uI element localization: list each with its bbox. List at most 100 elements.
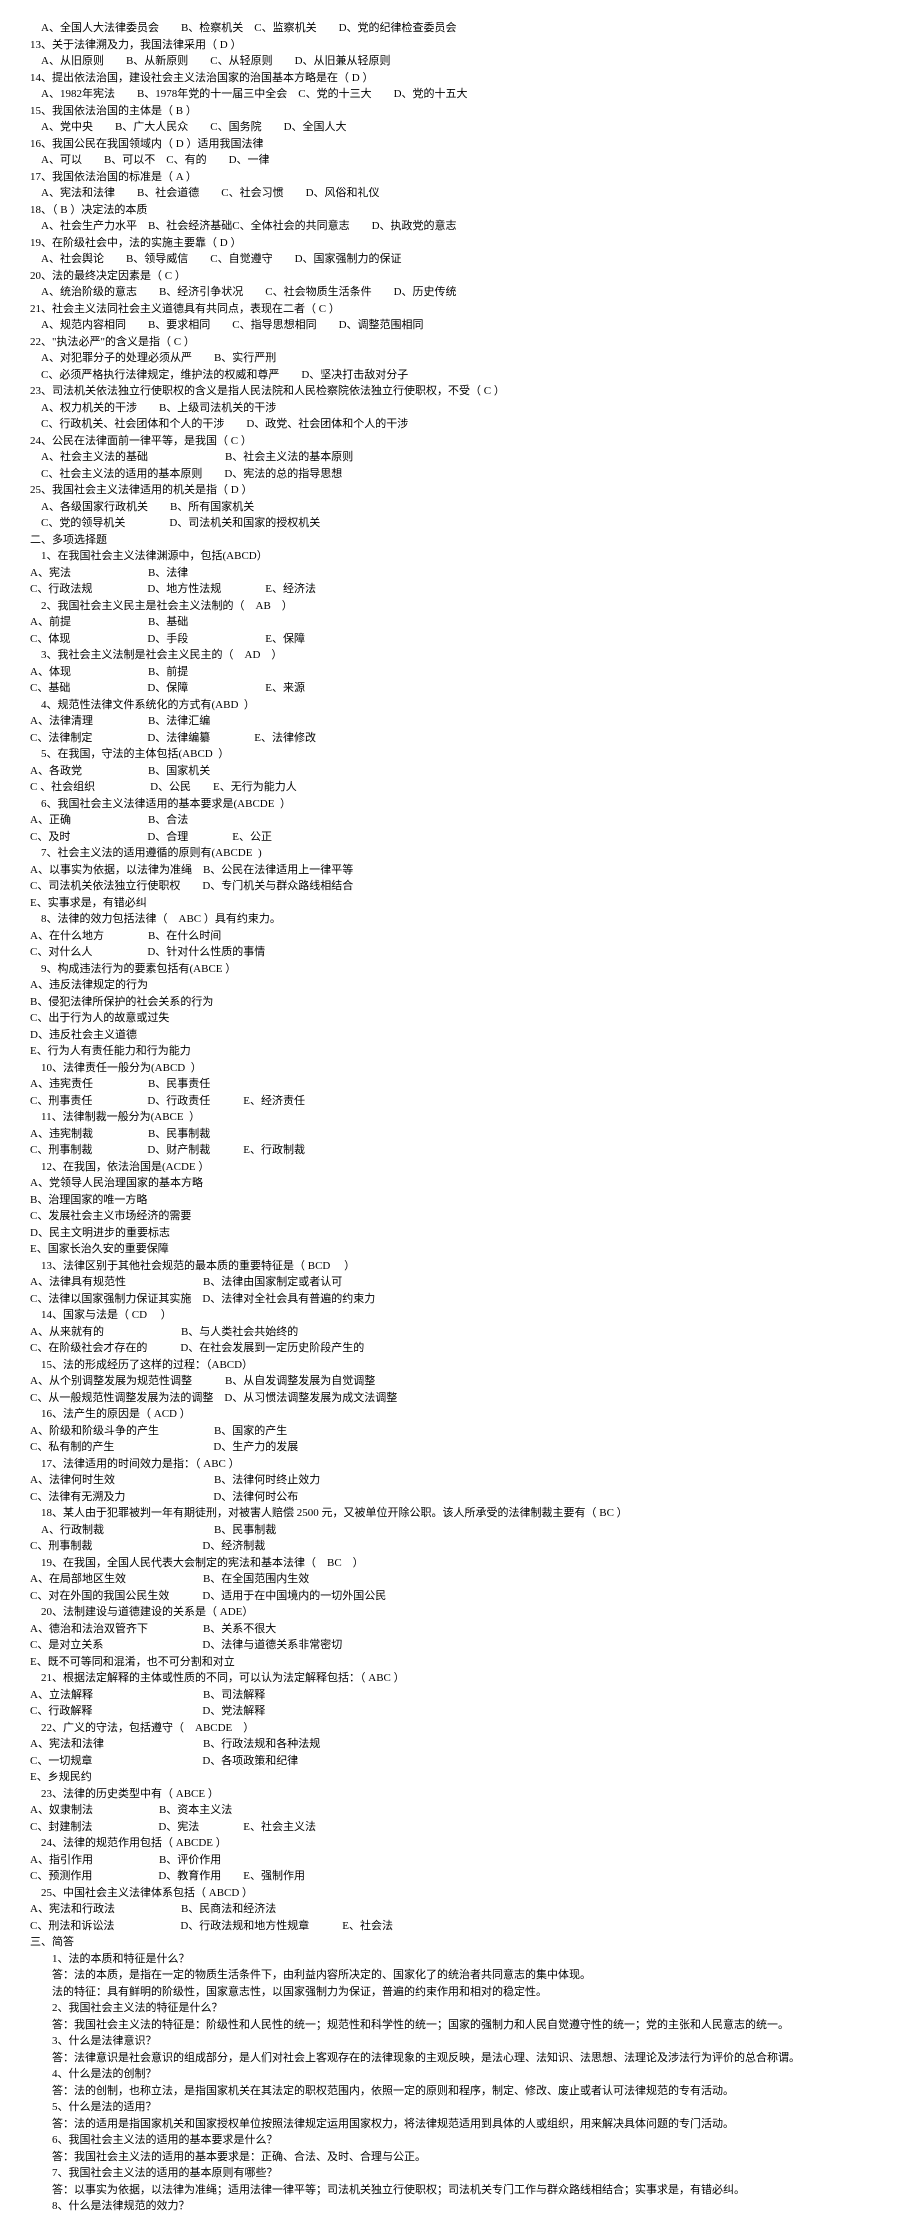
text-line: E、实事求是，有错必纠 <box>30 895 890 912</box>
text-line: C、私有制的产生 D、生产力的发展 <box>30 1439 890 1456</box>
text-line: A、统治阶级的意志 B、经济引争状况 C、社会物质生活条件 D、历史传统 <box>30 284 890 301</box>
text-line: 7、社会主义法的适用遵循的原则有(ABCDE ) <box>30 845 890 862</box>
text-line: D、民主文明进步的重要标志 <box>30 1225 890 1242</box>
text-line: 17、法律适用的时间效力是指：（ ABC ） <box>30 1456 890 1473</box>
text-line: A、可以 B、可以不 C、有的 D、一律 <box>30 152 890 169</box>
text-line: 答：法的本质，是指在一定的物质生活条件下，由利益内容所决定的、国家化了的统治者共… <box>30 1967 890 1984</box>
text-line: 1、在我国社会主义法律渊源中，包括(ABCD） <box>30 548 890 565</box>
text-line: 25、中国社会主义法律体系包括（ ABCD ） <box>30 1885 890 1902</box>
text-line: 24、公民在法律面前一律平等，是我国（ C ） <box>30 433 890 450</box>
text-line: 答：法的创制，也称立法，是指国家机关在其法定的职权范围内，依照一定的原则和程序，… <box>30 2083 890 2100</box>
text-line: A、德治和法治双管齐下 B、关系不很大 <box>30 1621 890 1638</box>
text-line: D、违反社会主义道德 <box>30 1027 890 1044</box>
text-line: 6、我国社会主义法的适用的基本要求是什么？ <box>30 2132 890 2149</box>
text-line: A、行政制裁 B、民事制裁 <box>30 1522 890 1539</box>
text-line: 24、法律的规范作用包括（ ABCDE ） <box>30 1835 890 1852</box>
text-line: A、体现 B、前提 <box>30 664 890 681</box>
text-line: 5、什么是法的适用？ <box>30 2099 890 2116</box>
text-line: 18、某人由于犯罪被判一年有期徒刑，对被害人赔偿 2500 元，又被单位开除公职… <box>30 1505 890 1522</box>
text-line: A、违宪责任 B、民事责任 <box>30 1076 890 1093</box>
text-line: 2、我国社会主义法的特征是什么？ <box>30 2000 890 2017</box>
text-line: A、在局部地区生效 B、在全国范围内生效 <box>30 1571 890 1588</box>
text-line: A、各级国家行政机关 B、所有国家机关 <box>30 499 890 516</box>
text-line: A、立法解释 B、司法解释 <box>30 1687 890 1704</box>
text-line: A、社会生产力水平 B、社会经济基础C、全体社会的共同意志 D、执政党的意志 <box>30 218 890 235</box>
text-line: C、出于行为人的故意或过失 <box>30 1010 890 1027</box>
text-line: B、侵犯法律所保护的社会关系的行为 <box>30 994 890 1011</box>
text-line: A、阶级和阶级斗争的产生 B、国家的产生 <box>30 1423 890 1440</box>
text-line: 1、法的本质和特征是什么？ <box>30 1951 890 1968</box>
text-line: C、刑事责任 D、行政责任 E、经济责任 <box>30 1093 890 1110</box>
text-line: C、刑法和诉讼法 D、行政法规和地方性规章 E、社会法 <box>30 1918 890 1935</box>
text-line: 8、什么是法律规范的效力？ <box>30 2198 890 2215</box>
text-line: A、党领导人民治理国家的基本方略 <box>30 1175 890 1192</box>
text-line: 3、我社会主义法制是社会主义民主的（ AD ） <box>30 647 890 664</box>
text-line: A、党中央 B、广大人民众 C、国务院 D、全国人大 <box>30 119 890 136</box>
text-line: 2、我国社会主义民主是社会主义法制的（ AB ） <box>30 598 890 615</box>
text-line: 14、国家与法是（ CD ） <box>30 1307 890 1324</box>
text-line: 16、我国公民在我国领域内（ D ）适用我国法律 <box>30 136 890 153</box>
text-line: A、各政党 B、国家机关 <box>30 763 890 780</box>
text-line: C、在阶级社会才存在的 D、在社会发展到一定历史阶段产生的 <box>30 1340 890 1357</box>
text-line: 13、关于法律溯及力，我国法律采用（ D ） <box>30 37 890 54</box>
text-line: 21、社会主义法同社会主义道德具有共同点，表现在二者（ C ） <box>30 301 890 318</box>
text-line: C、及时 D、合理 E、公正 <box>30 829 890 846</box>
text-line: E、行为人有责任能力和行为能力 <box>30 1043 890 1060</box>
text-line: C、法律以国家强制力保证其实施 D、法律对全社会具有普遍的约束力 <box>30 1291 890 1308</box>
text-line: 9、构成违法行为的要素包括有(ABCE ） <box>30 961 890 978</box>
text-line: C、社会主义法的适用的基本原则 D、宪法的总的指导思想 <box>30 466 890 483</box>
text-line: 5、在我国，守法的主体包括(ABCD ） <box>30 746 890 763</box>
text-line: 法的特征：具有鲜明的阶级性，国家意志性，以国家强制力为保证，普遍的约束作用和相对… <box>30 1984 890 2001</box>
text-line: 6、我国社会主义法律适用的基本要求是(ABCDE ） <box>30 796 890 813</box>
text-line: C、法律制定 D、法律编纂 E、法律修改 <box>30 730 890 747</box>
text-line: 19、在我国，全国人民代表大会制定的宪法和基本法律（ BC ） <box>30 1555 890 1572</box>
text-line: 三、简答 <box>30 1934 890 1951</box>
text-line: C、发展社会主义市场经济的需要 <box>30 1208 890 1225</box>
text-line: A、法律具有规范性 B、法律由国家制定或者认可 <box>30 1274 890 1291</box>
text-line: 22、"执法必严"的含义是指（ C ） <box>30 334 890 351</box>
text-line: B、治理国家的唯一方略 <box>30 1192 890 1209</box>
text-line: 20、法制建设与道德建设的关系是（ ADE） <box>30 1604 890 1621</box>
text-line: A、奴隶制法 B、资本主义法 <box>30 1802 890 1819</box>
text-line: C、党的领导机关 D、司法机关和国家的授权机关 <box>30 515 890 532</box>
text-line: A、前提 B、基础 <box>30 614 890 631</box>
text-line: 3、什么是法律意识？ <box>30 2033 890 2050</box>
text-line: A、宪法 B、法律 <box>30 565 890 582</box>
text-line: 答：我国社会主义法的特征是：阶级性和人民性的统一；规范性和科学性的统一；国家的强… <box>30 2017 890 2034</box>
text-line: 20、法的最终决定因素是（ C ） <box>30 268 890 285</box>
text-line: 4、规范性法律文件系统化的方式有(ABD ） <box>30 697 890 714</box>
text-line: A、规范内容相同 B、要求相同 C、指导思想相同 D、调整范围相同 <box>30 317 890 334</box>
text-line: C、行政解释 D、党法解释 <box>30 1703 890 1720</box>
text-line: 18、（ B ）决定法的本质 <box>30 202 890 219</box>
text-line: A、在什么地方 B、在什么时间 <box>30 928 890 945</box>
text-line: A、对犯罪分子的处理必须从严 B、实行严刑 <box>30 350 890 367</box>
text-line: 13、法律区别于其他社会规范的最本质的重要特征是（ BCD ） <box>30 1258 890 1275</box>
text-line: 17、我国依法治国的标准是（ A ） <box>30 169 890 186</box>
text-line: C、体现 D、手段 E、保障 <box>30 631 890 648</box>
text-line: E、乡规民约 <box>30 1769 890 1786</box>
text-line: A、以事实为依据，以法律为准绳 B、公民在法律适用上一律平等 <box>30 862 890 879</box>
text-line: 23、法律的历史类型中有（ ABCE ） <box>30 1786 890 1803</box>
text-line: 答：以事实为依据，以法律为准绳；适用法律一律平等；司法机关独立行使职权；司法机关… <box>30 2182 890 2199</box>
text-line: A、法律清理 B、法律汇编 <box>30 713 890 730</box>
text-line: C、刑事制裁 D、财产制裁 E、行政制裁 <box>30 1142 890 1159</box>
text-line: A、从个别调整发展为规范性调整 B、从自发调整发展为自觉调整 <box>30 1373 890 1390</box>
text-line: 15、法的形成经历了这样的过程：（ABCD） <box>30 1357 890 1374</box>
text-line: 16、法产生的原因是（ ACD ） <box>30 1406 890 1423</box>
text-line: 15、我国依法治国的主体是（ B ） <box>30 103 890 120</box>
text-line: 25、我国社会主义法律适用的机关是指（ D ） <box>30 482 890 499</box>
text-line: A、宪法和法律 B、行政法规和各种法规 <box>30 1736 890 1753</box>
text-line: C、必须严格执行法律规定，维护法的权威和尊严 D、坚决打击敌对分子 <box>30 367 890 384</box>
text-line: C、刑事制裁 D、经济制裁 <box>30 1538 890 1555</box>
text-line: 12、在我国，依法治国是(ACDE ） <box>30 1159 890 1176</box>
text-line: A、法律何时生效 B、法律何时终止效力 <box>30 1472 890 1489</box>
text-line: 8、法律的效力包括法律（ ABC ）具有约束力。 <box>30 911 890 928</box>
text-line: A、违宪制裁 B、民事制裁 <box>30 1126 890 1143</box>
text-line: C、封建制法 D、宪法 E、社会主义法 <box>30 1819 890 1836</box>
text-line: C、法律有无溯及力 D、法律何时公布 <box>30 1489 890 1506</box>
text-line: A、正确 B、合法 <box>30 812 890 829</box>
text-line: A、权力机关的干涉 B、上级司法机关的干涉 <box>30 400 890 417</box>
text-line: A、指引作用 B、评价作用 <box>30 1852 890 1869</box>
text-line: A、宪法和行政法 B、民商法和经济法 <box>30 1901 890 1918</box>
text-line: A、社会舆论 B、领导威信 C、自觉遵守 D、国家强制力的保证 <box>30 251 890 268</box>
